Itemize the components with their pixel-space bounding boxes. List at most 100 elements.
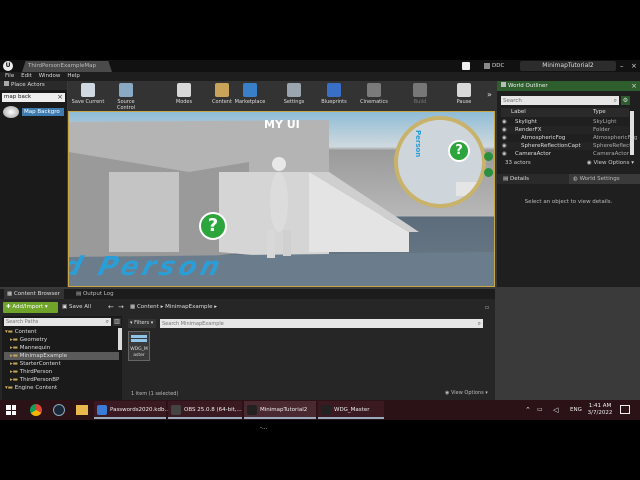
chrome-icon[interactable] [30, 404, 42, 416]
search-paths-input[interactable] [6, 318, 98, 326]
close-outliner-icon[interactable]: × [631, 81, 637, 91]
pause-icon [457, 83, 471, 97]
outliner-filter-icon[interactable]: ⚙ [621, 96, 630, 105]
menu-window[interactable]: Window [39, 72, 61, 81]
steam-icon[interactable] [53, 404, 65, 416]
settings-button[interactable]: Settings [276, 83, 312, 105]
menu-help[interactable]: Help [67, 72, 80, 81]
place-actors-search[interactable]: map back × [2, 93, 65, 102]
folder-icon: ▸▬ [10, 345, 20, 351]
taskbar-app[interactable]: OBS 25.0.8 (64-bit,... [168, 401, 242, 419]
source-control-button[interactable]: Source Control [108, 83, 144, 111]
world-settings-tab[interactable]: ◍ World Settings [569, 174, 640, 184]
add-import-button[interactable]: ✚ Add/Import ▾ [3, 302, 58, 313]
back-arrow-icon[interactable]: ← [108, 302, 114, 313]
outliner-row[interactable]: ◉ RenderFX Folder [501, 126, 629, 134]
filters-button[interactable]: ▾ Filters ▾ [128, 319, 156, 328]
clear-search-icon[interactable]: × [57, 93, 63, 102]
asset-search-input[interactable] [162, 319, 462, 328]
breadcrumb-minimap[interactable]: MinimapExample [165, 304, 212, 310]
cinematics-button[interactable]: Cinematics [356, 83, 392, 105]
close-window-icon[interactable]: × [631, 61, 637, 71]
actor-count: 33 actors [505, 160, 531, 166]
toolbar-button-label: Save Current [71, 99, 105, 105]
lock-icon[interactable]: ▫ [485, 303, 489, 312]
outliner-icon [501, 82, 506, 87]
breadcrumb: ▦ Content ▸ MinimapExample ▸ [130, 302, 217, 313]
toolbar-overflow-icon[interactable]: » [487, 90, 492, 99]
place-actors-search-input[interactable]: map back [4, 93, 31, 102]
level-viewport[interactable]: MY UI ? d Person ? Person [68, 111, 495, 287]
col-type[interactable]: Type [593, 108, 606, 117]
outliner-search[interactable]: ⌕ [501, 96, 619, 105]
save-current-button[interactable]: Save Current [70, 83, 106, 105]
place-actors-header: Place Actors [0, 81, 67, 90]
content-browser-tab[interactable]: ▦ Content Browser [4, 289, 64, 299]
search-paths[interactable]: ⌕ [4, 318, 111, 326]
notifications-icon[interactable] [620, 405, 630, 414]
folder-tree-item[interactable]: ▾▬ Engine Content [4, 384, 119, 392]
save-all-button[interactable]: ▣ Save All [62, 302, 102, 313]
asset-tile-wdg-master[interactable]: WDG_Master [128, 331, 150, 361]
outliner-row[interactable]: ◉ SphereReflectionCapt SphereReflect [501, 142, 631, 150]
volume-icon[interactable]: ◁ [553, 400, 558, 420]
folder-tree-item[interactable]: ▸▬ ThirdPerson [4, 368, 119, 376]
file-explorer-icon[interactable] [76, 405, 88, 415]
settings-icon [287, 83, 301, 97]
menu-edit[interactable]: Edit [21, 72, 32, 81]
taskbar-app[interactable]: Passwords2020.kdb... [94, 401, 170, 419]
output-log-tab[interactable]: ▤ Output Log [76, 289, 114, 299]
outliner-row-label: RenderFX [515, 127, 542, 133]
folder-tree-item[interactable]: ▸▬ ThirdPersonBP [4, 376, 119, 384]
outliner-row[interactable]: ◉ CameraActor CameraActor [501, 150, 629, 158]
actor-result-item[interactable]: Map Backgro [22, 108, 64, 116]
blueprints-button[interactable]: Blueprints [316, 83, 352, 105]
col-label[interactable]: Label [511, 108, 526, 117]
outliner-row[interactable]: ◉ AtmosphericFog AtmosphericFog [501, 134, 637, 142]
visibility-eye-icon[interactable]: ◉ [502, 142, 507, 150]
ddc-chip[interactable]: DDC [484, 62, 504, 70]
outliner-search-input[interactable] [503, 96, 603, 105]
outliner-view-options[interactable]: ◉ View Options ▾ [587, 159, 634, 168]
taskbar-app[interactable]: MinimapTutorial2 -... [244, 401, 316, 431]
network-icon[interactable]: ▭ [537, 400, 543, 420]
folder-tree-item[interactable]: ▾▬ Content [4, 328, 119, 336]
sources-settings-icon[interactable]: ▥ [113, 318, 121, 326]
asset-search[interactable]: ⌕ [160, 319, 483, 328]
visibility-eye-icon[interactable]: ◉ [502, 126, 507, 134]
visibility-eye-icon[interactable]: ◉ [502, 118, 507, 126]
tree-scrollbar[interactable] [118, 328, 122, 350]
build-button[interactable]: Build [402, 83, 438, 105]
menu-file[interactable]: File [5, 72, 14, 81]
folder-tree-item[interactable]: ▸▬ Geometry [4, 336, 119, 344]
ddc-icon [484, 62, 490, 69]
details-tab[interactable]: ▤ Details [503, 174, 529, 184]
asset-view-options[interactable]: ◉ View Options ▾ [445, 390, 488, 396]
modes-button[interactable]: Modes [166, 83, 202, 105]
outliner-scrollbar[interactable] [630, 111, 634, 155]
minimize-icon[interactable]: – [620, 61, 624, 71]
breadcrumb-content[interactable]: Content [137, 304, 159, 310]
folder-tree-item[interactable]: ▸▬ Mannequin [4, 344, 119, 352]
taskbar-app-label: MinimapTutorial2 -... [260, 407, 308, 431]
details-icon: ▤ [503, 176, 510, 182]
world-outliner-tab[interactable]: World Outliner [501, 81, 548, 91]
visibility-eye-icon[interactable]: ◉ [502, 150, 507, 158]
pause-button[interactable]: Pause [446, 83, 482, 105]
minimap-zoom-in-icon[interactable] [484, 152, 493, 161]
minimap-zoom-out-icon[interactable] [484, 168, 493, 177]
outliner-row[interactable]: ◉ Skylight SkyLight [501, 118, 629, 126]
level-tab[interactable]: ThirdPersonExampleMap [22, 61, 112, 72]
folder-tree-item[interactable]: ▸▬ MinimapExample [4, 352, 119, 360]
unreal-logo-icon: U [3, 61, 13, 71]
tray-chevron-icon[interactable]: ⌃ [525, 400, 531, 420]
save-icon [81, 83, 95, 97]
forward-arrow-icon[interactable]: → [118, 302, 124, 313]
taskbar-app[interactable]: WDG_Master [318, 401, 384, 419]
marketplace-button[interactable]: Marketplace [232, 83, 268, 105]
language-indicator[interactable]: ENG [570, 400, 582, 420]
windows-start-icon[interactable] [6, 405, 16, 415]
clock[interactable]: 1:41 AM 3/7/2022 [585, 403, 615, 417]
visibility-eye-icon[interactable]: ◉ [502, 134, 507, 142]
folder-tree-item[interactable]: ▸▬ StarterContent [4, 360, 119, 368]
